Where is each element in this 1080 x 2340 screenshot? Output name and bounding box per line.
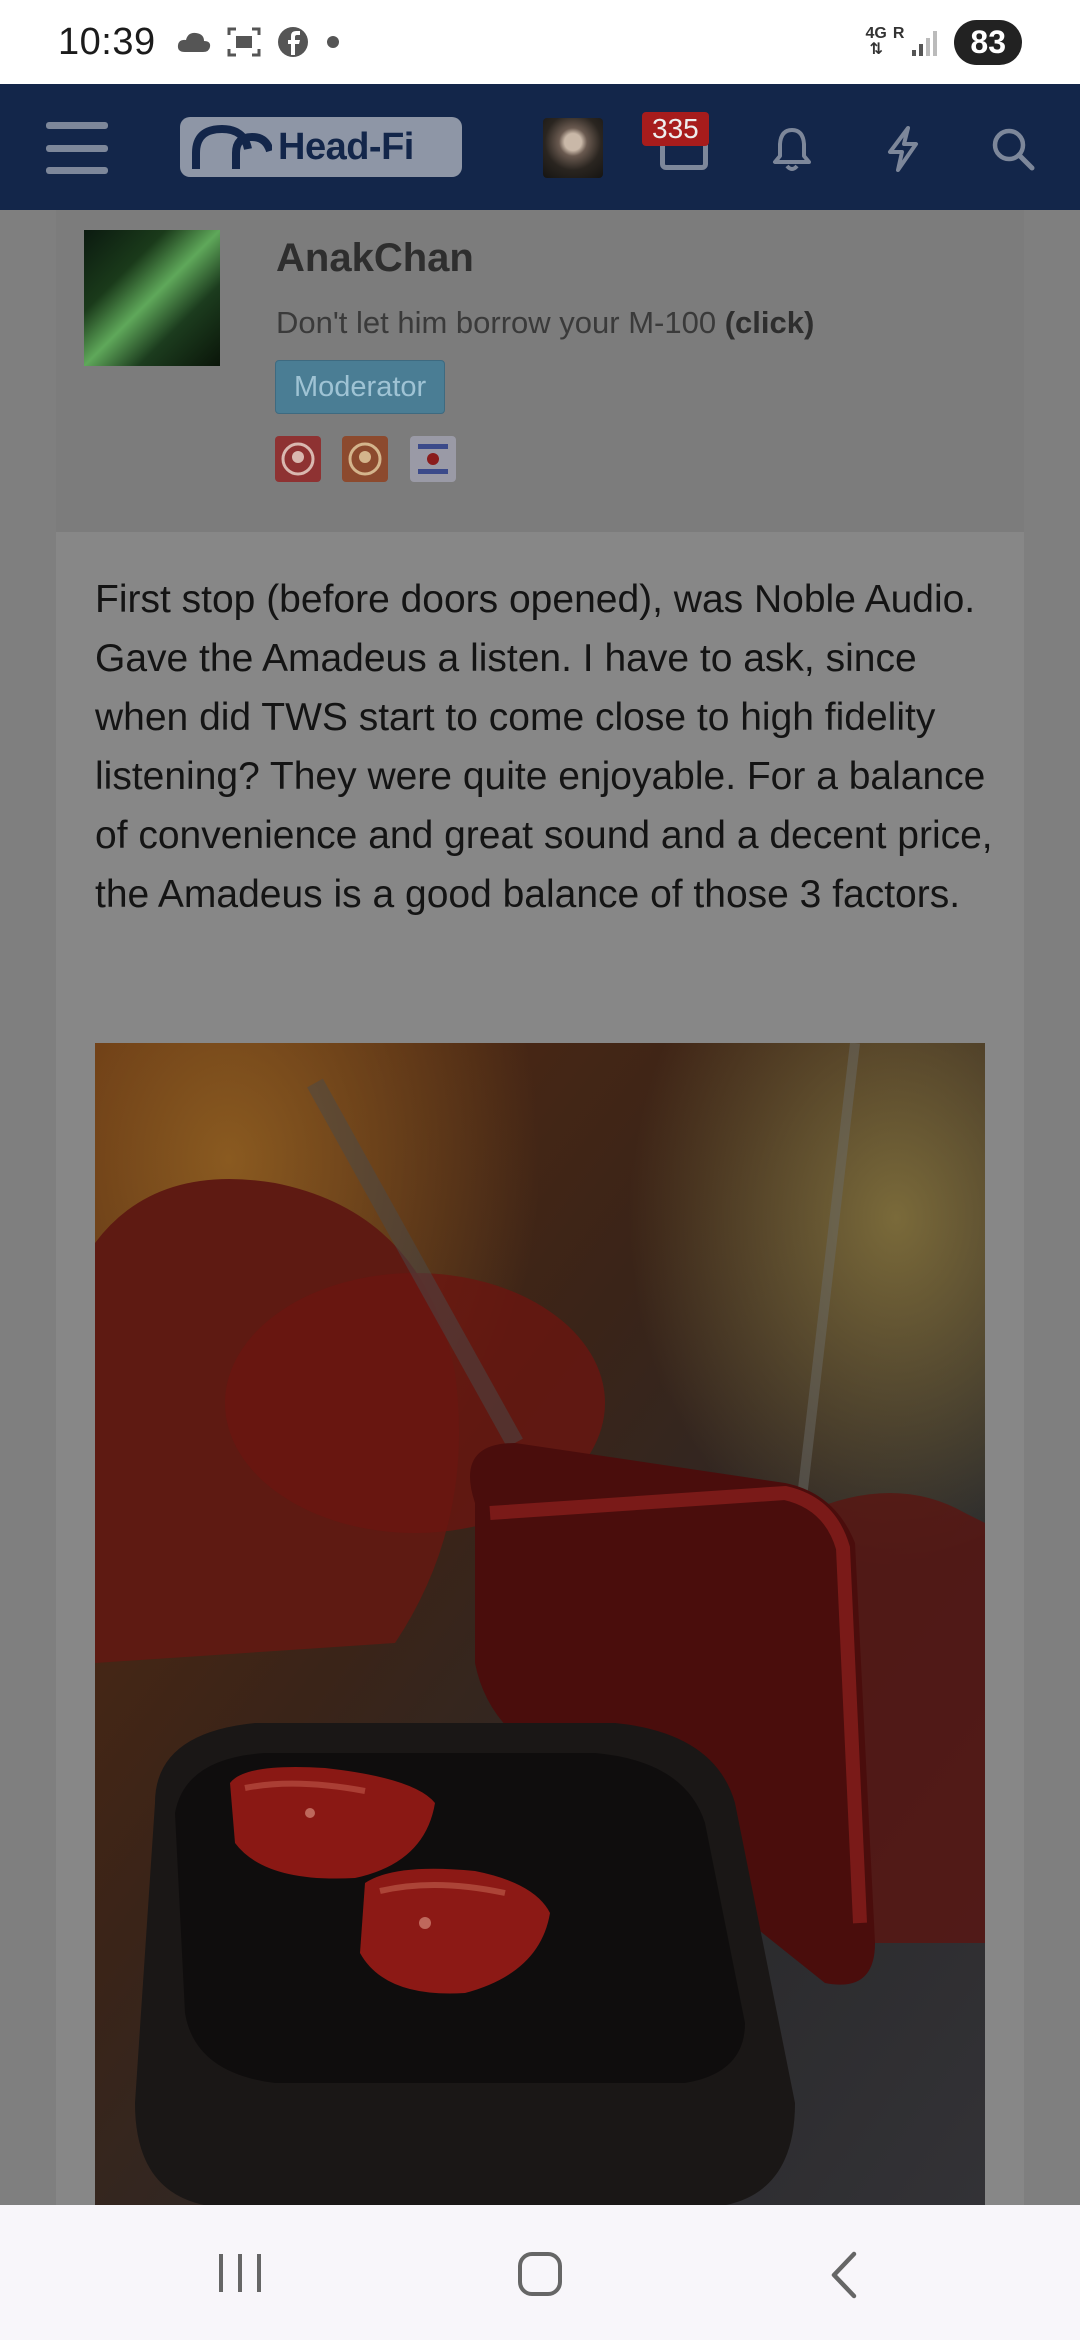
- cloud-icon: [177, 32, 210, 52]
- notification-count-badge: 335: [642, 112, 709, 146]
- dot-icon: [326, 36, 339, 48]
- logo-text: Head-Fi: [278, 125, 414, 168]
- bell-icon[interactable]: [767, 124, 817, 174]
- data-arrows-icon: ⇅: [869, 41, 883, 58]
- post-body: First stop (before doors opened), was No…: [95, 578, 993, 916]
- network-indicator: 4G ⇅ R: [866, 26, 941, 58]
- moderator-badge: Moderator: [275, 360, 446, 414]
- trophy-icon[interactable]: [342, 436, 388, 482]
- menu-icon[interactable]: [46, 122, 108, 174]
- headphone-logo-icon: [192, 124, 272, 169]
- facebook-icon: [277, 27, 308, 57]
- signal-icon: [912, 31, 938, 56]
- post-image-earbuds[interactable]: [95, 1043, 985, 2205]
- head-fi-logo[interactable]: Head-Fi: [180, 117, 462, 177]
- status-icons-right: 4G ⇅ R 83: [866, 19, 1022, 65]
- status-bar: 10:39 4G ⇅ R 83: [0, 0, 1080, 84]
- lightning-icon[interactable]: [878, 124, 928, 174]
- earbuds-photo: [95, 1043, 985, 2205]
- post-card: AnakChan Don't let him borrow your M-100…: [56, 210, 1024, 2205]
- recent-apps-button[interactable]: [215, 2250, 265, 2296]
- trophy-icon[interactable]: [275, 436, 321, 482]
- back-button[interactable]: [826, 2250, 862, 2300]
- system-nav-bar: [0, 2205, 1080, 2340]
- user-panel: AnakChan Don't let him borrow your M-100…: [56, 210, 1024, 532]
- battery-indicator: 83: [954, 19, 1022, 65]
- network-type-label: 4G: [865, 25, 887, 42]
- home-button[interactable]: [516, 2250, 564, 2298]
- status-icons-left: [176, 25, 342, 59]
- avatar[interactable]: [543, 118, 603, 178]
- username[interactable]: AnakChan: [276, 236, 474, 281]
- roaming-label: R: [892, 25, 905, 42]
- search-icon[interactable]: [988, 124, 1038, 174]
- app-header: Head-Fi 335: [0, 84, 1080, 210]
- content-area: AnakChan Don't let him borrow your M-100…: [0, 210, 1080, 2205]
- user-avatar[interactable]: [84, 230, 220, 366]
- user-title: Don't let him borrow your M-100 (click): [276, 305, 814, 341]
- user-title-text: Don't let him borrow your M-100: [276, 305, 717, 340]
- trophy-icon[interactable]: [410, 436, 456, 482]
- screenshot-icon: [227, 27, 261, 57]
- status-time: 10:39: [58, 20, 156, 63]
- user-title-link[interactable]: (click): [725, 305, 815, 340]
